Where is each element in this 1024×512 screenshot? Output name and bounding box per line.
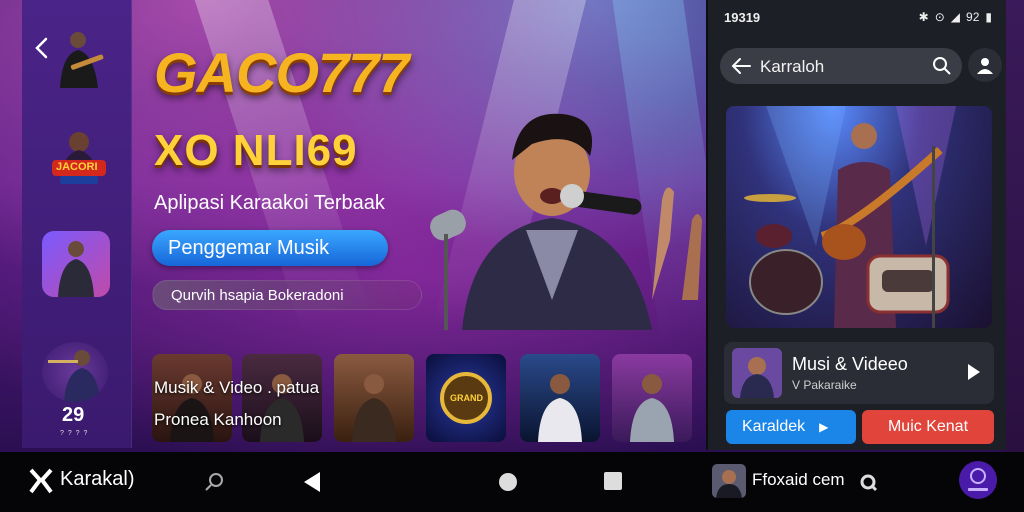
nav-back-icon[interactable] (300, 470, 322, 494)
now-playing-title: Musi & Videeo (792, 354, 908, 374)
search-icon[interactable] (858, 472, 878, 492)
badge-label: JACORI (56, 161, 98, 173)
sidebar-count-sub: ? ? ? ? (60, 430, 89, 437)
edge-panel (1006, 0, 1024, 452)
brand-subtitle: XO NLI69 (154, 126, 358, 175)
singer-avatar (58, 241, 94, 297)
profile-button[interactable] (968, 48, 1002, 82)
signal-icon: ◢ (950, 10, 961, 24)
now-playing-subtitle: V Pakaraike (792, 378, 857, 392)
user-icon (977, 58, 993, 74)
hero-search-pill[interactable]: Qurvih hsapia Bokeradoni (152, 280, 422, 310)
karaoke-badge-icon (52, 132, 106, 184)
hero-banner: GACO777 XO NLI69 Aplipasi Karaakoi Terba… (132, 0, 706, 330)
nav-home-icon[interactable] (496, 470, 520, 494)
battery-icon: ▮ (985, 10, 992, 24)
now-playing-card[interactable]: Musi & Videeo V Pakaraike (724, 342, 994, 404)
video-thumbnail[interactable] (334, 354, 414, 442)
fans-music-button[interactable]: Penggemar Musik (152, 230, 388, 266)
mobile-app-panel: 19319 ✱ ⊙ ◢ 92 ▮ Karraloh Musi & Videeo … (706, 0, 1006, 450)
sidebar: JACORI 29 ? ? ? ? (22, 0, 132, 448)
search-input[interactable]: Karraloh (760, 57, 824, 77)
row-caption-subtitle: Pronea Kanhoon (154, 410, 282, 429)
video-thumbnail[interactable] (612, 354, 692, 442)
row-caption-title: Musik & Video . patua (154, 378, 320, 397)
play-icon[interactable] (968, 364, 980, 380)
music-button[interactable]: Muic Kenat (862, 410, 994, 444)
featured-video-card[interactable] (726, 106, 992, 328)
sidebar-item-badge[interactable]: JACORI (46, 120, 112, 190)
sidebar-item-guitarist[interactable] (50, 26, 108, 88)
app-brand-label[interactable]: Karakal) (60, 468, 134, 491)
karaoke-button[interactable]: Karaldek ▶ (726, 410, 856, 444)
search-icon[interactable] (932, 56, 952, 76)
account-avatar[interactable] (712, 464, 746, 498)
brand-logo: GACO777 (154, 41, 409, 104)
bluetooth-icon: ✱ (918, 10, 929, 24)
flutist-avatar (48, 350, 100, 402)
assistant-icon[interactable] (958, 460, 998, 500)
account-name[interactable]: Ffoxaid cem (752, 470, 845, 490)
sidebar-count: 29 (62, 404, 85, 426)
now-playing-thumbnail (732, 348, 782, 398)
nav-recents-icon[interactable] (602, 470, 624, 492)
back-arrow-icon[interactable] (32, 36, 52, 60)
guitarist-performance-image (744, 106, 956, 328)
status-icons: ✱ ⊙ ◢ 92 ▮ (919, 10, 992, 24)
alarm-icon: ⊙ (934, 10, 945, 24)
hero-tagline: Aplipasi Karaakoi Terbaak (154, 192, 385, 214)
guitarist-avatar (60, 32, 104, 88)
karaoke-button-label: Karaldek (742, 418, 806, 435)
video-thumbnail[interactable]: GRAND (426, 354, 506, 442)
sidebar-item-singer[interactable] (42, 231, 110, 297)
sidebar-item-flutist[interactable] (42, 342, 108, 402)
video-thumbnail-row: GRAND Musik & Video . patua Pronea Kanho… (132, 340, 706, 448)
search-icon[interactable] (204, 470, 226, 492)
bottom-navigation-bar: Karakal) Ffoxaid cem (0, 452, 1024, 512)
video-thumbnail[interactable] (520, 354, 600, 442)
medallion-label: GRAND (450, 393, 483, 403)
crowd-hands (652, 187, 702, 300)
back-arrow-icon[interactable] (730, 56, 752, 76)
search-bar[interactable]: Karraloh (720, 48, 962, 84)
battery-level: 92 (966, 10, 980, 24)
play-icon: ▶ (819, 420, 829, 434)
status-time: 19319 (724, 10, 761, 25)
app-logo-icon[interactable] (28, 466, 54, 496)
